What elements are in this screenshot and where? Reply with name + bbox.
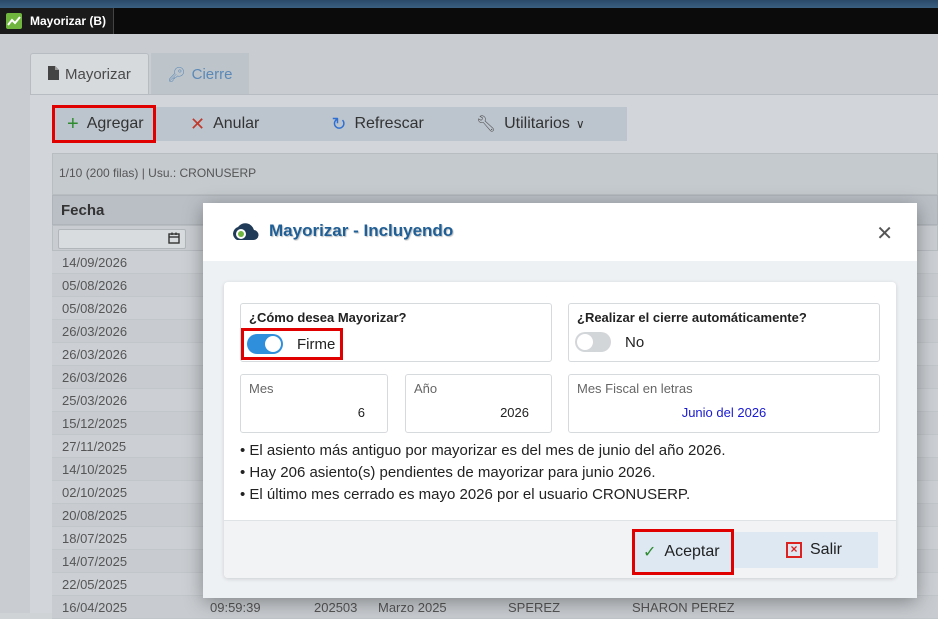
date-cell: 05/08/2026: [62, 278, 128, 293]
close-question-label: ¿Realizar el cierre automáticamente?: [577, 310, 807, 325]
month-label: Mes: [249, 381, 274, 396]
year-field[interactable]: Año 2026: [405, 374, 552, 433]
x-icon: ✕: [190, 113, 206, 134]
chevron-down-icon: ∨: [575, 117, 585, 131]
calendar-icon[interactable]: [168, 232, 180, 247]
table-row[interactable]: 16/04/2025 09:59:39 202503 Marzo 2025 SPEREZ…: [52, 596, 938, 619]
date-cell: 26/03/2026: [62, 347, 128, 362]
tab-cierre[interactable]: 🔑︎ Cierre: [150, 53, 250, 95]
date-cell: 22/05/2025: [62, 577, 128, 592]
title-bar: Mayorizar (B): [0, 8, 938, 34]
date-cell: 25/03/2026: [62, 393, 128, 408]
add-button[interactable]: + Agregar: [52, 105, 156, 143]
auto-close-group: ¿Realizar el cierre automáticamente? No: [568, 303, 880, 362]
date-cell: 15/12/2025: [62, 416, 128, 431]
year-value: 2026: [500, 405, 529, 420]
plus-icon: +: [67, 112, 79, 135]
dialog-footer: × Salir ✓ Aceptar: [224, 520, 896, 578]
year-label: Año: [414, 381, 438, 396]
date-cell: 26/03/2026: [62, 370, 128, 385]
close-icon[interactable]: ✕: [876, 221, 893, 246]
tab-mayorizar[interactable]: Mayorizar: [30, 53, 149, 95]
dialog-card: ¿Cómo desea Mayorizar? Firme ¿Realizar e…: [224, 282, 896, 578]
document-icon: [48, 66, 59, 83]
info-notes: • El asiento más antiguo por mayorizar e…: [240, 440, 726, 506]
toolbar: + Agregar ✕ Anular ↻ Refrescar 🔧︎ Utilit…: [52, 105, 627, 143]
tab-bar: Mayorizar 🔑︎ Cierre: [30, 53, 250, 95]
utilities-button-label: Utilitarios: [504, 115, 570, 132]
utilities-button[interactable]: 🔧︎ Utilitarios ∨: [462, 107, 599, 141]
mode-question-label: ¿Cómo desea Mayorizar?: [249, 310, 407, 325]
fiscal-month-label: Mes Fiscal en letras: [577, 381, 693, 396]
auto-close-toggle[interactable]: [575, 332, 611, 352]
date-cell: 02/10/2025: [62, 485, 128, 500]
date-cell: 05/08/2026: [62, 301, 128, 316]
accept-button-label: Aceptar: [664, 543, 720, 560]
date-cell: 20/08/2025: [62, 508, 128, 523]
cloud-logo-icon: [229, 222, 259, 242]
refresh-button[interactable]: ↻ Refrescar: [317, 107, 437, 141]
note-line: • El último mes cerrado es mayo 2026 por…: [240, 486, 691, 503]
mayorizar-dialog: Mayorizar - Incluyendo ✕ ¿Cómo desea May…: [203, 203, 917, 598]
dialog-body: ¿Cómo desea Mayorizar? Firme ¿Realizar e…: [203, 261, 917, 598]
cancel-button[interactable]: ✕ Anular: [176, 107, 273, 141]
check-icon: ✓: [643, 544, 657, 561]
window-title: Mayorizar (B): [30, 14, 107, 28]
column-header-fecha[interactable]: Fecha: [61, 202, 104, 219]
date-cell: 14/10/2025: [62, 462, 128, 477]
auto-close-toggle-wrap[interactable]: No: [575, 332, 644, 352]
note-line: • Hay 206 asiento(s) pendientes de mayor…: [240, 464, 656, 481]
tab-mayorizar-label: Mayorizar: [65, 66, 131, 83]
refresh-icon: ↻: [331, 113, 347, 134]
dialog-header: Mayorizar - Incluyendo ✕: [203, 203, 917, 261]
window-tab[interactable]: Mayorizar (B): [0, 8, 114, 34]
add-button-label: Agregar: [86, 115, 144, 132]
close-box-icon: ×: [786, 542, 802, 558]
refresh-button-label: Refrescar: [354, 115, 424, 132]
dialog-title: Mayorizar - Incluyendo: [269, 221, 454, 240]
note-line: • El asiento más antiguo por mayorizar e…: [240, 442, 726, 459]
firme-toggle[interactable]: [247, 334, 283, 354]
accept-button[interactable]: ✓ Aceptar: [632, 529, 734, 575]
date-cell: 14/09/2026: [62, 255, 128, 270]
date-cell: 26/03/2026: [62, 324, 128, 339]
fiscal-month-value: Junio del 2026: [681, 405, 767, 420]
fiscal-month-field: Mes Fiscal en letras Junio del 2026: [568, 374, 880, 433]
month-field[interactable]: Mes 6: [240, 374, 388, 433]
auto-close-label: No: [625, 333, 645, 351]
mayorizar-mode-group: ¿Cómo desea Mayorizar? Firme: [240, 303, 552, 362]
grid-info: 1/10 (200 filas) | Usu.: CRONUSERP: [52, 153, 938, 195]
firme-toggle-highlight[interactable]: Firme: [241, 328, 344, 360]
date-cell: 27/11/2025: [62, 439, 127, 454]
exit-button[interactable]: × Salir: [734, 532, 878, 568]
exit-button-label: Salir: [810, 541, 843, 558]
wrench-icon: 🔧︎: [475, 116, 497, 133]
top-edge-bar: [0, 0, 938, 8]
firme-label: Firme: [297, 335, 336, 353]
key-icon: 🔑︎: [167, 65, 186, 82]
date-cell: 14/07/2025: [62, 554, 128, 569]
cancel-button-label: Anular: [213, 115, 260, 132]
tab-cierre-label: Cierre: [191, 65, 233, 83]
month-value: 6: [357, 405, 365, 420]
date-cell: 18/07/2025: [62, 531, 128, 546]
date-filter-input[interactable]: [58, 229, 186, 249]
chart-app-icon: [6, 13, 22, 29]
